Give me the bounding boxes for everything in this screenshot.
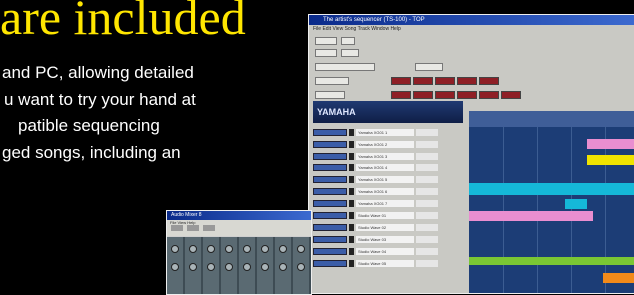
- toolbar-field: [315, 63, 375, 71]
- sequencer-title-bar: The artist's sequencer (TS-100) - TOP: [309, 15, 634, 25]
- transport-buttons: [391, 91, 521, 99]
- clip-bar: [587, 139, 634, 149]
- toolbar-field: [315, 37, 337, 45]
- toolbar-field: [315, 49, 337, 57]
- clip-bar: [469, 257, 634, 265]
- clip-bar: [603, 273, 634, 283]
- sequencer-screenshot: The artist's sequencer (TS-100) - TOP Fi…: [308, 14, 634, 294]
- mixer-title-bar: Audio Mixer 8: [167, 211, 311, 220]
- toolbar-field: [315, 91, 345, 99]
- mixer-toolbar: File View Help: [167, 220, 311, 236]
- description-paragraph: and PC, allowing detailed u want to try …: [0, 60, 300, 166]
- sequencer-menu-bar: File Edit View Song Track Window Help: [313, 26, 401, 32]
- track-row: Studio Wave 02: [313, 222, 467, 233]
- track-row: Yamaha XG01 7: [313, 198, 467, 209]
- mixer-channel-strips: [167, 237, 311, 294]
- toolbar-field: [415, 63, 443, 71]
- track-row: Studio Wave 03: [313, 234, 467, 245]
- yamaha-logo: YAMAHA: [313, 101, 463, 123]
- toolbar-field: [341, 49, 359, 57]
- paragraph-line: u want to try your hand at: [4, 89, 196, 109]
- clip-bar: [587, 155, 634, 165]
- arrangement-grid: [469, 111, 634, 293]
- toolbar-field: [315, 77, 349, 85]
- sequencer-toolbar: [311, 35, 521, 105]
- section-heading: are included: [0, 0, 246, 45]
- clip-bar: [469, 211, 593, 221]
- track-row: Yamaha XG01 1: [313, 127, 467, 138]
- transport-buttons: [391, 77, 499, 85]
- track-row: Studio Wave 01: [313, 210, 467, 221]
- track-row: Yamaha XG01 3: [313, 151, 467, 162]
- clip-bar: [469, 183, 634, 195]
- track-row: Yamaha XG01 4: [313, 163, 467, 174]
- paragraph-line: and PC, allowing detailed: [2, 63, 194, 82]
- paragraph-line: ged songs, including an: [2, 142, 181, 162]
- toolbar-field: [341, 37, 355, 45]
- mixer-screenshot: Audio Mixer 8 File View Help: [166, 210, 312, 295]
- paragraph-line: patible sequencing: [18, 116, 160, 135]
- clip-bar: [565, 199, 587, 209]
- track-row: Yamaha XG01 6: [313, 186, 467, 197]
- track-row: Studio Wave 05: [313, 258, 467, 269]
- track-row: Studio Wave 04: [313, 246, 467, 257]
- track-row: Yamaha XG01 2: [313, 139, 467, 150]
- timeline-ruler: [469, 111, 634, 127]
- track-list: Yamaha XG01 1 Yamaha XG01 2 Yamaha XG01 …: [313, 127, 467, 270]
- track-row: Yamaha XG01 5: [313, 175, 467, 186]
